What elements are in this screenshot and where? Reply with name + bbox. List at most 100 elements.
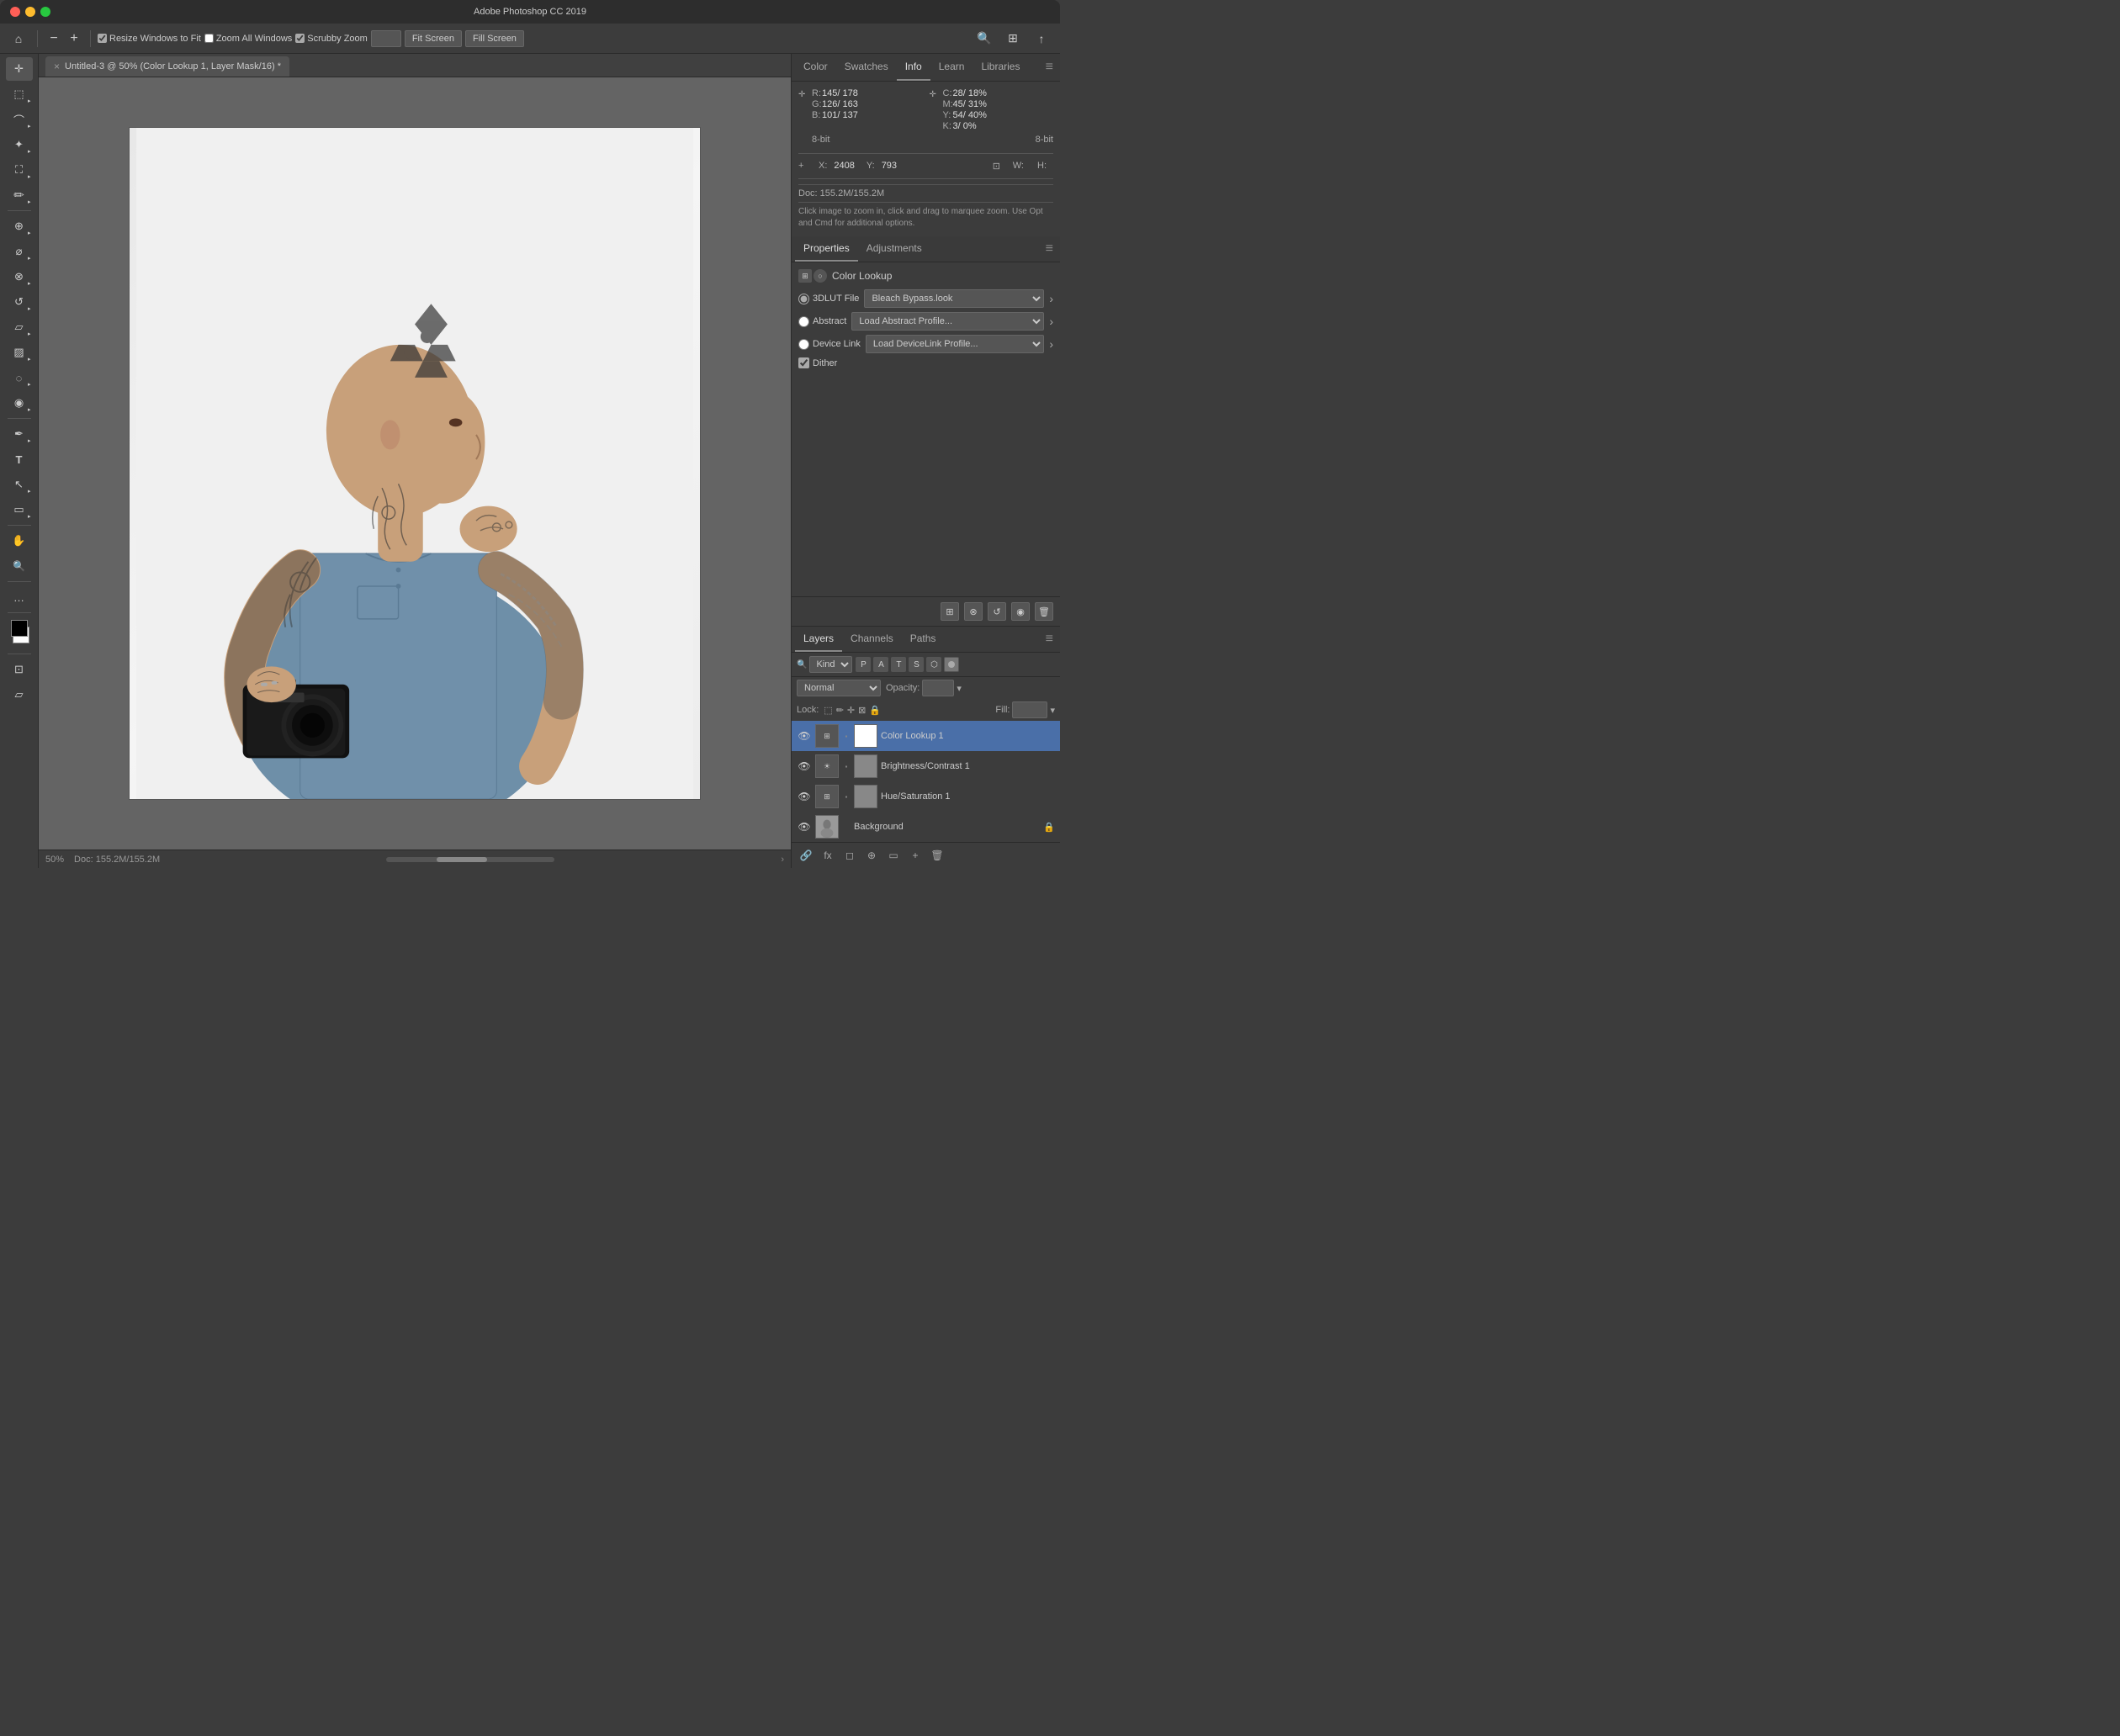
tab-info[interactable]: Info [897,54,930,81]
blend-mode-select[interactable]: Normal [797,680,881,696]
3dlut-radio-label[interactable]: 3DLUT File [798,294,859,304]
scrubby-zoom-check[interactable]: Scrubby Zoom [295,34,368,44]
search-icon-button[interactable]: 🔍 [973,27,996,50]
arrange-windows-button[interactable]: ⊞ [1001,27,1025,50]
clone-stamp-tool[interactable]: ⊗ ▸ [6,265,33,288]
extra-tools[interactable]: … [6,585,33,609]
reset-button[interactable]: ↺ [988,602,1006,621]
text-tool[interactable]: T [6,447,33,471]
tab-adjustments[interactable]: Adjustments [858,236,930,262]
layer-mask-brightness[interactable] [854,754,877,778]
toggle-visibility-button[interactable]: ◉ [1011,602,1030,621]
path-selection-tool[interactable]: ↖ ▸ [6,473,33,496]
window-controls[interactable] [10,7,50,17]
close-button[interactable] [10,7,20,17]
layer-row-color-lookup[interactable]: 👁 ⊞ ⬝ Color Lookup 1 [792,721,1060,751]
abstract-dropdown-arrow[interactable]: › [1049,315,1053,328]
type-filter-icon[interactable]: T [891,657,906,672]
healing-tool[interactable]: ⊕ ▸ [6,214,33,238]
new-layer-button[interactable]: + [906,846,925,865]
screen-mode-button[interactable]: ▱ [6,683,33,707]
tab-layers[interactable]: Layers [795,627,842,652]
3dlut-select[interactable]: Bleach Bypass.look [864,289,1044,308]
home-button[interactable]: ⌂ [7,27,30,50]
link-layers-button[interactable]: 🔗 [797,846,815,865]
lock-image-icon[interactable]: ✏ [836,705,844,716]
zoom-all-check[interactable]: Zoom All Windows [204,34,292,44]
layer-row-hue-sat[interactable]: 👁 ⊞ ⬝ Hue/Saturation 1 [792,781,1060,812]
device-link-radio-label[interactable]: Device Link [798,339,861,350]
adjustment-filter-icon[interactable]: A [873,657,888,672]
crop-tool[interactable]: ⛶ ▸ [6,158,33,182]
layer-effects-button[interactable]: fx [819,846,837,865]
scroll-bar[interactable] [386,857,554,862]
quick-select-tool[interactable]: ✦ ▸ [6,133,33,156]
share-button[interactable]: ↑ [1030,27,1053,50]
filter-toggle[interactable] [944,657,959,672]
canvas-container[interactable]: Nikon [39,77,791,849]
abstract-radio-label[interactable]: Abstract [798,316,846,327]
shape-filter-icon[interactable]: S [909,657,924,672]
tab-channels[interactable]: Channels [842,627,902,652]
dodge-tool[interactable]: ◉ ▸ [6,391,33,415]
layer-row-brightness[interactable]: 👁 ☀ ⬝ Brightness/Contrast 1 [792,751,1060,781]
layer-mask-color-lookup[interactable] [854,724,877,748]
tab-swatches[interactable]: Swatches [836,54,897,81]
gradient-tool[interactable]: ▨ ▸ [6,341,33,364]
scroll-thumb[interactable] [437,857,487,862]
tab-properties[interactable]: Properties [795,236,858,262]
device-link-select[interactable]: Load DeviceLink Profile... [866,335,1044,353]
fill-input[interactable]: 100% [1012,701,1047,718]
tab-libraries[interactable]: Libraries [973,54,1028,81]
minimize-button[interactable] [25,7,35,17]
delete-layer-button[interactable]: 🗑 [928,846,946,865]
pixel-filter-icon[interactable]: P [856,657,871,672]
fit-screen-button[interactable]: Fit Screen [405,30,462,47]
canvas-image[interactable]: Nikon [129,127,701,800]
zoom-in-button[interactable]: + [65,29,83,48]
zoom-percent-input[interactable]: 100% [371,30,401,47]
lock-all-icon[interactable]: 🔒 [869,705,881,716]
lock-pixels-icon[interactable]: ⬚ [824,705,832,716]
tab-color[interactable]: Color [795,54,836,81]
3dlut-radio[interactable] [798,294,809,304]
history-brush-tool[interactable]: ↺ ▸ [6,290,33,314]
tab-paths[interactable]: Paths [902,627,945,652]
add-mask-button[interactable]: ◻ [840,846,859,865]
fill-screen-button[interactable]: Fill Screen [465,30,524,47]
layers-panel-menu[interactable]: ≡ [1042,628,1057,650]
hand-tool[interactable]: ✋ [6,529,33,553]
new-adjustment-layer-button[interactable]: ⊕ [862,846,881,865]
layer-kind-select[interactable]: Kind [809,656,852,673]
lock-artboard-icon[interactable]: ⊠ [858,705,866,716]
zoom-tool[interactable]: 🔍 [6,554,33,578]
layer-mask-hue-sat[interactable] [854,785,877,808]
shape-tool[interactable]: ▭ ▸ [6,498,33,521]
lock-position-icon[interactable]: ✛ [847,705,855,716]
clip-to-layer-button[interactable]: ⊗ [964,602,983,621]
lasso-tool[interactable]: ⌒ ▸ [6,108,33,131]
layer-visibility-background[interactable]: 👁 [797,819,812,834]
dither-checkbox[interactable] [798,357,809,368]
opacity-dropdown[interactable]: ▾ [957,683,962,694]
brush-tool[interactable]: ⌀ ▸ [6,240,33,263]
layer-row-background[interactable]: 👁 Background 🔒 [792,812,1060,842]
device-link-dropdown-arrow[interactable]: › [1049,337,1053,351]
eyedropper-tool[interactable]: ✏ ▸ [6,183,33,207]
scroll-right-arrow[interactable]: › [781,855,784,865]
blur-tool[interactable]: ◌ ▸ [6,366,33,389]
quick-mask-button[interactable]: ⊡ [6,658,33,681]
delete-adjustment-button[interactable]: 🗑 [1035,602,1053,621]
smart-object-filter-icon[interactable]: ⬡ [926,657,941,672]
document-tab[interactable]: × Untitled-3 @ 50% (Color Lookup 1, Laye… [45,56,289,77]
eraser-tool[interactable]: ▱ ▸ [6,315,33,339]
3dlut-dropdown-arrow[interactable]: › [1049,292,1053,305]
foreground-color-swatch[interactable] [11,620,28,637]
copy-css-button[interactable]: ⊞ [941,602,959,621]
abstract-radio[interactable] [798,316,809,327]
device-link-radio[interactable] [798,339,809,350]
layer-visibility-brightness[interactable]: 👁 [797,759,812,774]
opacity-input[interactable]: 30% [922,680,954,696]
zoom-out-button[interactable]: − [45,29,63,48]
info-panel-menu[interactable]: ≡ [1042,56,1057,78]
